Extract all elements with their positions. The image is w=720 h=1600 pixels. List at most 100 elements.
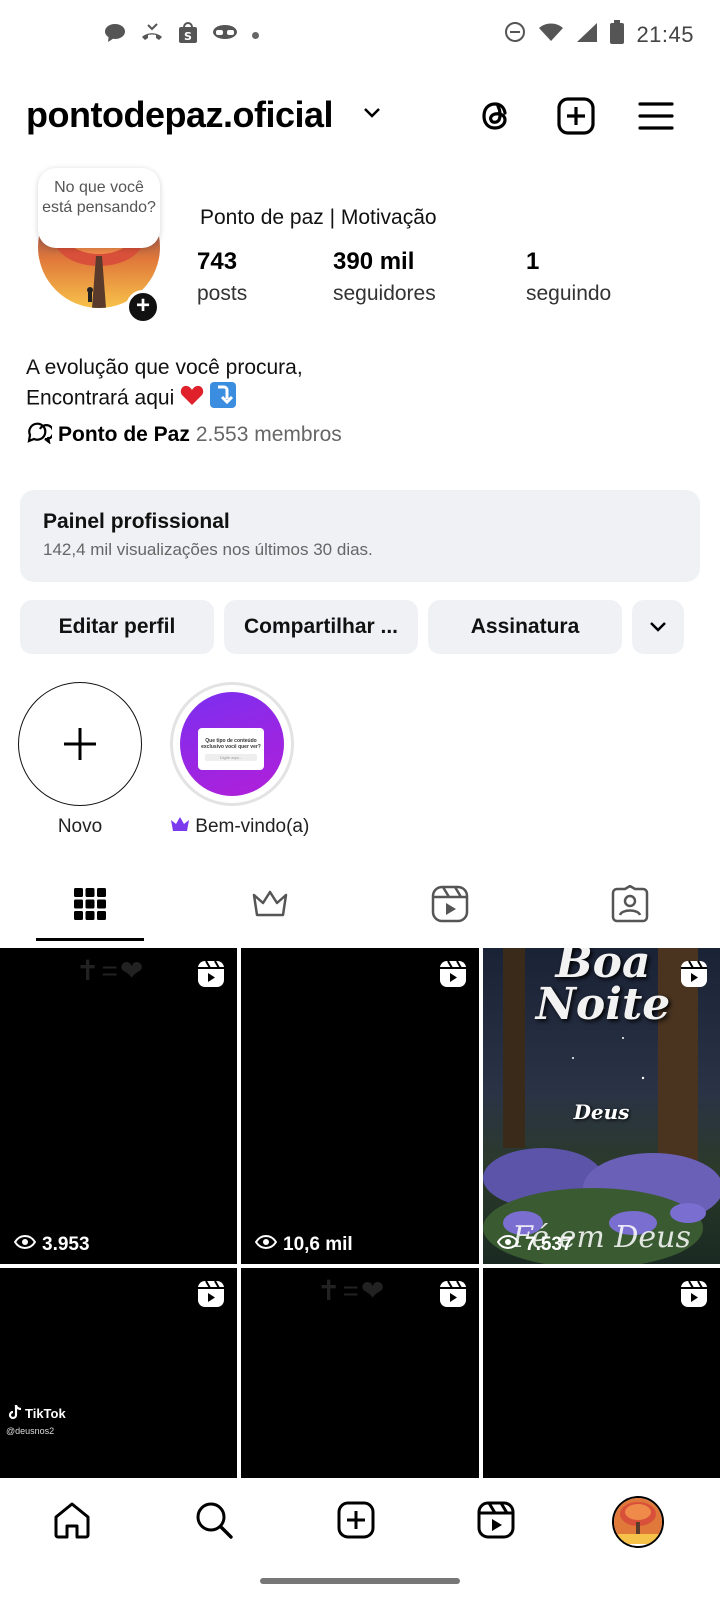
plus-icon	[18, 682, 142, 806]
view-count: 10,6 mil	[254, 1234, 353, 1256]
grid-post[interactable]: ✝=❤ 3.953	[0, 948, 237, 1264]
view-count-value: 7.537	[525, 1234, 573, 1255]
tiktok-label: TikTok	[25, 1406, 66, 1421]
professional-dashboard[interactable]: Painel profissional 142,4 mil visualizaç…	[20, 490, 700, 582]
chevron-down-icon[interactable]	[362, 106, 382, 125]
notification-icons: S	[104, 22, 259, 49]
reel-badge-icon	[439, 960, 467, 993]
subscription-button[interactable]: Assinatura	[428, 600, 622, 654]
share-profile-button[interactable]: Compartilhar ...	[224, 600, 418, 654]
add-story-button[interactable]: +	[126, 290, 160, 324]
community-chat-icon	[26, 420, 55, 450]
view-count: 3.953	[13, 1234, 90, 1256]
posts-grid: ✝=❤ 3.953 10,6 mil Boa Noite Deus Fé em …	[0, 948, 720, 1478]
home-icon	[52, 1500, 92, 1545]
threads-icon[interactable]	[474, 94, 518, 138]
view-count: 7.537	[496, 1234, 573, 1256]
highlight-welcome[interactable]: Que tipo de conteúdo exclusivo você quer…	[170, 682, 309, 838]
reel-badge-icon	[680, 960, 708, 993]
svg-text:S: S	[184, 30, 192, 43]
status-bar: S 21:45	[0, 0, 720, 70]
stat-followers[interactable]: 390 mil seguidores	[333, 248, 436, 306]
tab-grid[interactable]	[0, 870, 180, 942]
note-text: No que você está pensando?	[42, 179, 156, 216]
tiktok-icon	[8, 1404, 22, 1423]
view-count-value: 3.953	[42, 1234, 90, 1255]
stat-following[interactable]: 1 seguindo	[526, 248, 611, 306]
profile-display-name: Ponto de paz | Motivação	[200, 206, 437, 229]
wifi-icon	[538, 22, 564, 47]
post-overlay-subtitle: Deus	[573, 1100, 630, 1124]
reel-badge-icon	[680, 1280, 708, 1313]
post-overlay-title: Boa Noite	[535, 948, 671, 1030]
reel-badge-icon	[197, 1280, 225, 1313]
edit-profile-button[interactable]: Editar perfil	[20, 600, 214, 654]
stat-label: seguindo	[526, 282, 612, 305]
do-not-disturb-icon	[504, 21, 526, 48]
question-card-input: Digite aqui...	[205, 754, 257, 761]
question-card: Que tipo de conteúdo exclusivo você quer…	[198, 728, 264, 770]
note-bubble[interactable]: No que você está pensando?	[38, 168, 160, 248]
post-overlay-text: ✝=❤	[76, 955, 146, 986]
chevron-down-icon	[649, 615, 667, 639]
eye-icon	[13, 1234, 37, 1256]
highlight-cover-image: Que tipo de conteúdo exclusivo você quer…	[180, 692, 284, 796]
menu-icon[interactable]	[634, 94, 678, 138]
grid-post[interactable]: Boa Noite Deus Fé em Deus 7.537	[483, 948, 720, 1264]
nav-create[interactable]	[332, 1498, 380, 1546]
bio-line-2: Encontrará aqui	[26, 382, 303, 416]
arrow-down-box-icon	[209, 382, 236, 416]
tab-tagged[interactable]	[540, 870, 720, 942]
add-post-icon[interactable]	[554, 94, 598, 138]
crown-icon	[170, 816, 195, 837]
stat-value: 1	[526, 248, 540, 275]
eye-icon	[496, 1234, 520, 1256]
tab-reels[interactable]	[360, 870, 540, 942]
nav-reels[interactable]	[472, 1498, 520, 1546]
tiktok-watermark: TikTok	[8, 1404, 66, 1423]
nav-home[interactable]	[48, 1498, 96, 1546]
stat-label: seguidores	[333, 282, 436, 305]
bio-line: A evolução que você procura,	[26, 356, 303, 379]
stat-value: 743	[197, 248, 238, 275]
highlight-new[interactable]: Novo	[18, 682, 142, 838]
clock: 21:45	[636, 21, 694, 47]
tagged-icon	[611, 884, 649, 928]
search-icon	[194, 1500, 234, 1545]
signal-icon	[576, 22, 598, 47]
tiktok-username: @deusnos2	[6, 1426, 55, 1436]
grid-post[interactable]: ✝=❤	[241, 1268, 479, 1478]
panel-subtitle: 142,4 mil visualizações nos últimos 30 d…	[43, 540, 373, 559]
grid-post[interactable]: TikTok @deusnos2	[0, 1268, 237, 1478]
stat-value: 390 mil	[333, 248, 415, 275]
highlight-label-row: Bem-vindo(a)	[170, 816, 309, 838]
tab-subscribers[interactable]	[180, 870, 360, 942]
grid-post[interactable]: 10,6 mil	[241, 948, 479, 1264]
nav-profile[interactable]	[612, 1496, 664, 1548]
highlight-cover: Que tipo de conteúdo exclusivo você quer…	[170, 682, 294, 806]
question-card-title: Que tipo de conteúdo exclusivo você quer…	[201, 738, 261, 750]
panel-title: Painel profissional	[43, 510, 230, 533]
community-link[interactable]: Ponto de Paz 2.553 membros	[26, 420, 342, 450]
crown-icon	[251, 889, 289, 924]
nav-search[interactable]	[190, 1498, 238, 1546]
create-icon	[337, 1501, 375, 1544]
stat-posts[interactable]: 743 posts	[197, 248, 247, 306]
system-icons: 21:45	[504, 20, 694, 49]
home-indicator[interactable]	[260, 1578, 460, 1584]
chat-icon	[104, 23, 126, 48]
bio: A evolução que você procura, Encontrará …	[26, 354, 303, 416]
stat-label: posts	[197, 282, 248, 305]
active-tab-indicator	[36, 938, 144, 941]
account-switcher[interactable]: pontodepaz.oficial	[26, 94, 334, 136]
grid-post[interactable]	[483, 1268, 720, 1478]
reel-badge-icon	[439, 1280, 467, 1313]
red-heart-icon	[180, 384, 204, 414]
highlight-label: Novo	[57, 816, 103, 837]
suggestions-toggle-button[interactable]	[632, 600, 684, 654]
profile-tabs	[0, 870, 720, 942]
profile-avatar	[614, 1498, 662, 1546]
battery-icon	[610, 20, 625, 49]
dot-icon	[252, 32, 259, 39]
bio-line: Encontrará aqui	[26, 386, 175, 410]
